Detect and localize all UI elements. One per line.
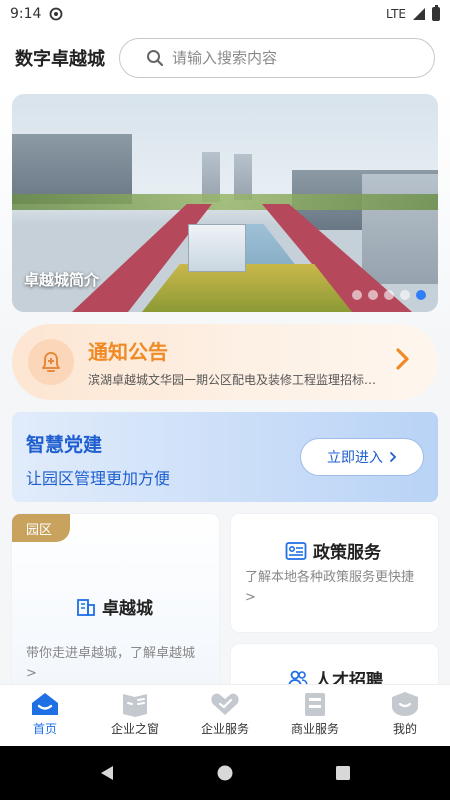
enter-now-button[interactable]: 立即进入: [300, 438, 424, 476]
park-title-label: 卓越城: [102, 599, 153, 619]
app-title: 数字卓越城: [15, 49, 105, 70]
search-input[interactable]: [172, 49, 412, 67]
status-time: 9:14: [10, 6, 42, 22]
network-type: LTE: [386, 7, 406, 21]
home-content[interactable]: 卓越城简介 通知公告 滨湖卓越城文华园一期公区配电及装修工程监理招标公告 智慧党…: [0, 88, 450, 684]
notice-title: 通知公告: [88, 340, 168, 364]
bell-icon: [28, 339, 74, 385]
chevron-right-icon[interactable]: [394, 347, 410, 378]
tab-business-service[interactable]: 商业服务: [270, 685, 360, 746]
policy-service-card[interactable]: 政策服务 了解本地各种政策服务更快捷 >: [231, 514, 438, 632]
signal-icon: [413, 8, 425, 20]
search-bar[interactable]: [119, 38, 435, 78]
enterprise-service-icon: [211, 693, 239, 715]
park-desc[interactable]: 带你走进卓越城，了解卓越城 >: [26, 644, 206, 684]
carousel-dot[interactable]: [400, 290, 410, 300]
notice-card[interactable]: 通知公告 滨湖卓越城文华园一期公区配电及装修工程监理招标公告: [12, 324, 438, 400]
home-icon: [32, 693, 58, 715]
carousel-dot[interactable]: [368, 290, 378, 300]
talent-title: 人才招聘: [287, 666, 383, 684]
carousel-dot-active[interactable]: [416, 290, 426, 300]
tab-profile[interactable]: 我的: [360, 685, 450, 746]
search-icon: [147, 50, 164, 67]
people-icon: [288, 670, 308, 684]
enterprise-window-icon: [123, 694, 147, 717]
back-icon[interactable]: [98, 764, 116, 782]
carousel-indicator: [352, 290, 426, 300]
tab-label: 我的: [392, 722, 417, 736]
tab-label: 企业服务: [200, 722, 249, 736]
policy-title-label: 政策服务: [313, 543, 381, 563]
park-tag: 园区: [12, 514, 70, 542]
tab-label: 企业之窗: [110, 722, 159, 736]
business-service-icon: [305, 693, 325, 716]
building-icon: [77, 598, 95, 616]
talent-recruit-card[interactable]: 人才招聘: [231, 644, 438, 684]
notice-text: 滨湖卓越城文华园一期公区配电及装修工程监理招标公告: [88, 373, 384, 387]
banner-carousel[interactable]: 卓越城简介: [12, 94, 438, 312]
bottom-tab-bar: 首页 企业之窗 企业服务 商业服务 我的: [0, 684, 450, 746]
recent-apps-icon[interactable]: [334, 764, 352, 782]
tab-enterprise-service[interactable]: 企业服务: [180, 685, 270, 746]
profile-icon: [392, 692, 418, 716]
battery-icon: [432, 5, 440, 21]
system-nav-bar: [0, 746, 450, 800]
policy-desc[interactable]: 了解本地各种政策服务更快捷 >: [245, 568, 429, 608]
tab-home[interactable]: 首页: [0, 685, 90, 746]
tab-label: 商业服务: [290, 722, 339, 736]
carousel-dot[interactable]: [384, 290, 394, 300]
policy-icon: [285, 541, 307, 560]
park-card[interactable]: 园区 卓越城 带你走进卓越城，了解卓越城 >: [12, 514, 219, 684]
home-circle-icon[interactable]: [216, 764, 234, 782]
chevron-right-icon: [390, 452, 397, 462]
status-bar: 9:14 LTE: [0, 0, 450, 28]
enter-now-label: 立即进入: [327, 450, 383, 466]
park-title: 卓越城: [76, 594, 153, 619]
header: 数字卓越城: [0, 28, 450, 88]
tab-enterprise-window[interactable]: 企业之窗: [90, 685, 180, 746]
banner-caption[interactable]: 卓越城简介: [24, 269, 99, 290]
smart-party-card[interactable]: 智慧党建 让园区管理更加方便 立即进入: [12, 412, 438, 502]
tab-label: 首页: [32, 722, 57, 736]
talent-title-label: 人才招聘: [315, 671, 383, 684]
carousel-dot[interactable]: [352, 290, 362, 300]
policy-title: 政策服务: [285, 538, 381, 563]
sync-status-icon: [50, 7, 63, 21]
